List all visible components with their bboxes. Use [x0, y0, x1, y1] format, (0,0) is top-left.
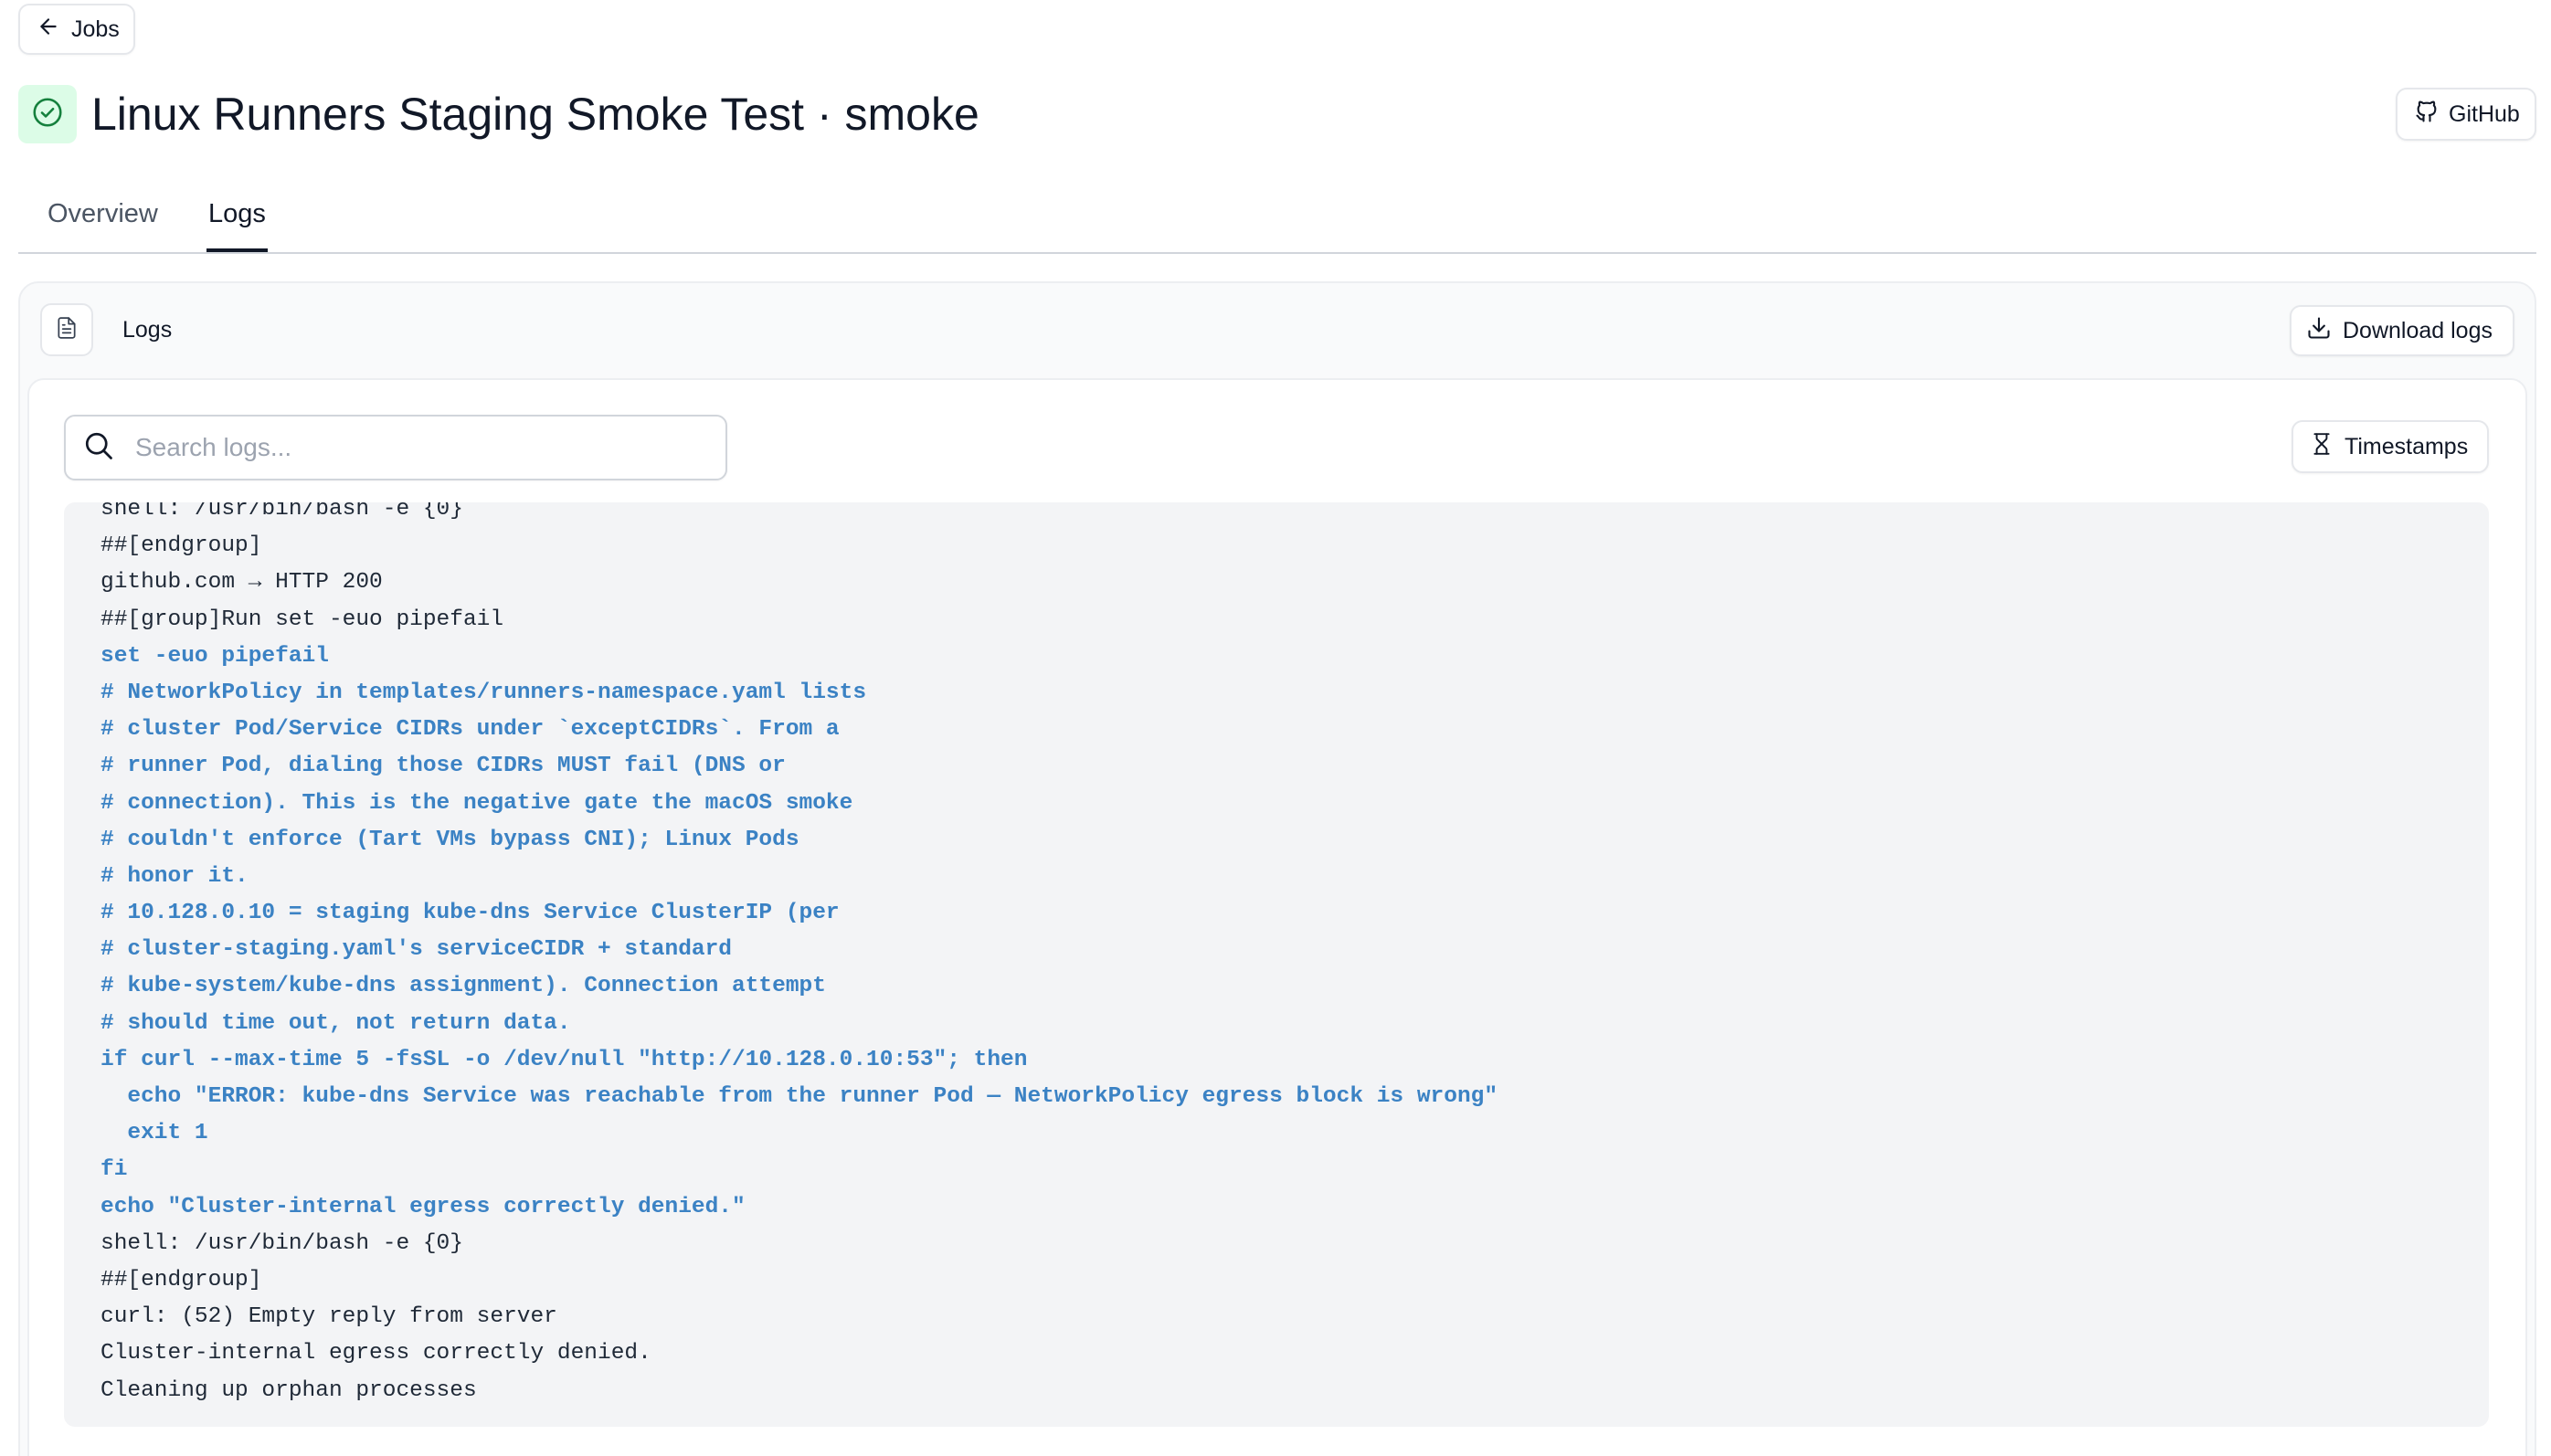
log-line: set -euo pipefail: [101, 643, 329, 669]
job-status-badge: [18, 85, 77, 143]
log-line: Cluster-internal egress correctly denied…: [101, 1341, 651, 1366]
back-to-jobs-button[interactable]: Jobs: [18, 4, 135, 55]
check-circle-icon: [30, 95, 65, 134]
search-icon: [66, 429, 135, 467]
log-line: # runner Pod, dialing those CIDRs MUST f…: [101, 754, 786, 779]
log-line: # NetworkPolicy in templates/runners-nam…: [101, 680, 867, 705]
log-line: echo "ERROR: kube-dns Service was reacha…: [101, 1084, 1498, 1109]
github-icon: [2414, 99, 2440, 131]
search-logs-input[interactable]: [135, 433, 683, 462]
log-line: if curl --max-time 5 -fsSL -o /dev/null …: [101, 1047, 1028, 1072]
log-line: shell: /usr/bin/bash -e {0}: [101, 502, 463, 522]
log-line: # cluster Pod/Service CIDRs under `excep…: [101, 717, 840, 743]
job-tabs: Overview Logs: [18, 183, 2536, 254]
log-line: github.com → HTTP 200: [101, 570, 383, 596]
log-output[interactable]: shell: /usr/bin/bash -e {0} ##[endgroup] g…: [64, 502, 2489, 1427]
log-line: # honor it.: [101, 863, 249, 889]
timestamps-label: Timestamps: [2345, 433, 2469, 459]
job-detail-page: Jobs Linux Runners Staging Smoke Test · …: [0, 0, 2551, 1456]
file-text-icon: [55, 316, 79, 344]
logs-icon-box: [40, 303, 93, 356]
log-line: echo "Cluster-internal egress correctly …: [101, 1194, 746, 1219]
github-button[interactable]: GitHub: [2396, 88, 2536, 141]
log-line: ##[group]Run set -euo pipefail: [101, 607, 504, 632]
download-icon: [2306, 315, 2332, 347]
log-line: exit 1: [101, 1121, 208, 1146]
log-line: # couldn't enforce (Tart VMs bypass CNI)…: [101, 827, 799, 852]
log-line: # connection). This is the negative gate…: [101, 790, 853, 816]
logs-card: Logs Download logs Search logs... Timest…: [18, 281, 2536, 1456]
page-title: Linux Runners Staging Smoke Test · smoke: [91, 89, 979, 140]
log-line: # should time out, not return data.: [101, 1010, 571, 1036]
logs-card-header: Logs Download logs: [40, 303, 2514, 358]
logs-panel: Timestamps shell: /usr/bin/bash -e {0} ##…: [27, 378, 2527, 1456]
tab-logs[interactable]: Logs: [206, 183, 268, 252]
arrow-left-icon: [37, 15, 60, 45]
logs-card-title: Logs: [122, 317, 173, 343]
timestamps-toggle-button[interactable]: Timestamps: [2292, 420, 2489, 473]
search-logs-field[interactable]: [64, 415, 727, 480]
log-line: # 10.128.0.10 = staging kube-dns Service…: [101, 901, 840, 926]
download-logs-button[interactable]: Download logs: [2290, 305, 2514, 356]
log-line: shell: /usr/bin/bash -e {0}: [101, 1230, 463, 1256]
log-line: ##[endgroup]: [101, 1267, 262, 1292]
log-line: # cluster-staging.yaml's serviceCIDR + s…: [101, 937, 733, 963]
log-line: ##[endgroup]: [101, 533, 262, 559]
github-button-label: GitHub: [2449, 100, 2520, 127]
log-lines: shell: /usr/bin/bash -e {0} ##[endgroup] g…: [101, 502, 2471, 1409]
log-line: curl: (52) Empty reply from server: [101, 1304, 557, 1330]
log-line: Cleaning up orphan processes: [101, 1377, 477, 1403]
back-button-label: Jobs: [71, 16, 120, 42]
hourglass-icon: [2310, 431, 2334, 463]
log-line: fi: [101, 1157, 128, 1183]
log-line: # kube-system/kube-dns assignment). Conn…: [101, 974, 826, 999]
tab-overview[interactable]: Overview: [48, 183, 158, 252]
download-logs-label: Download logs: [2343, 317, 2493, 343]
